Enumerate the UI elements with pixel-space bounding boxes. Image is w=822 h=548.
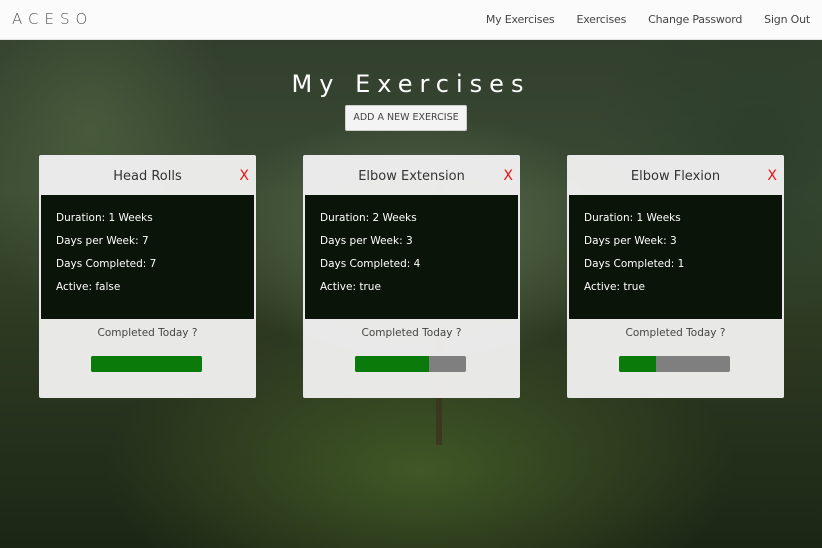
page-title: My Exercises — [291, 70, 531, 98]
completed-today-label: Completed Today ? — [625, 327, 726, 339]
progress-fill — [355, 356, 430, 372]
exercise-title: Head Rolls — [113, 169, 182, 184]
active-status-text: Active: true — [584, 281, 645, 293]
completed-today-label: Completed Today ? — [97, 327, 198, 339]
days-completed-text: Days Completed: 7 — [56, 258, 157, 270]
nav-links: My Exercises Exercises Change Password S… — [486, 13, 810, 26]
duration-text: Duration: 2 Weeks — [320, 212, 417, 224]
aceso-logo[interactable]: ACESO — [12, 10, 93, 28]
completed-today-progress[interactable] — [91, 356, 202, 372]
exercise-title: Elbow Flexion — [630, 169, 721, 184]
nav-link-change-password[interactable]: Change Password — [648, 13, 742, 26]
nav-link-sign-out[interactable]: Sign Out — [764, 13, 810, 26]
exercise-card: Head Rolls X Duration: 1 Weeks Days per … — [39, 155, 256, 398]
days-completed-text: Days Completed: 4 — [320, 258, 421, 270]
delete-exercise-button[interactable]: X — [503, 168, 513, 184]
exercise-title: Elbow Extension — [358, 169, 465, 184]
exercise-details: Duration: 2 Weeks Days per Week: 3 Days … — [305, 195, 518, 319]
active-status-text: Active: true — [320, 281, 381, 293]
exercise-details: Duration: 1 Weeks Days per Week: 3 Days … — [569, 195, 782, 319]
completed-today-label: Completed Today ? — [361, 327, 462, 339]
progress-fill — [619, 356, 656, 372]
delete-exercise-button[interactable]: X — [239, 168, 249, 184]
days-per-week-text: Days per Week: 3 — [320, 235, 413, 247]
nav-link-exercises[interactable]: Exercises — [576, 13, 626, 26]
delete-exercise-button[interactable]: X — [767, 168, 777, 184]
days-per-week-text: Days per Week: 7 — [56, 235, 149, 247]
completed-today-progress[interactable] — [355, 356, 466, 372]
duration-text: Duration: 1 Weeks — [56, 212, 153, 224]
completed-today-progress[interactable] — [619, 356, 730, 372]
exercise-card: Elbow Flexion X Duration: 1 Weeks Days p… — [567, 155, 784, 398]
active-status-text: Active: false — [56, 281, 121, 293]
duration-text: Duration: 1 Weeks — [584, 212, 681, 224]
days-completed-text: Days Completed: 1 — [584, 258, 685, 270]
top-navbar: ACESO My Exercises Exercises Change Pass… — [0, 0, 822, 40]
exercise-card: Elbow Extension X Duration: 2 Weeks Days… — [303, 155, 520, 398]
add-exercise-button[interactable]: ADD A NEW EXERCISE — [345, 105, 467, 131]
exercise-details: Duration: 1 Weeks Days per Week: 7 Days … — [41, 195, 254, 319]
days-per-week-text: Days per Week: 3 — [584, 235, 677, 247]
nav-link-my-exercises[interactable]: My Exercises — [486, 13, 555, 26]
progress-fill — [91, 356, 202, 372]
